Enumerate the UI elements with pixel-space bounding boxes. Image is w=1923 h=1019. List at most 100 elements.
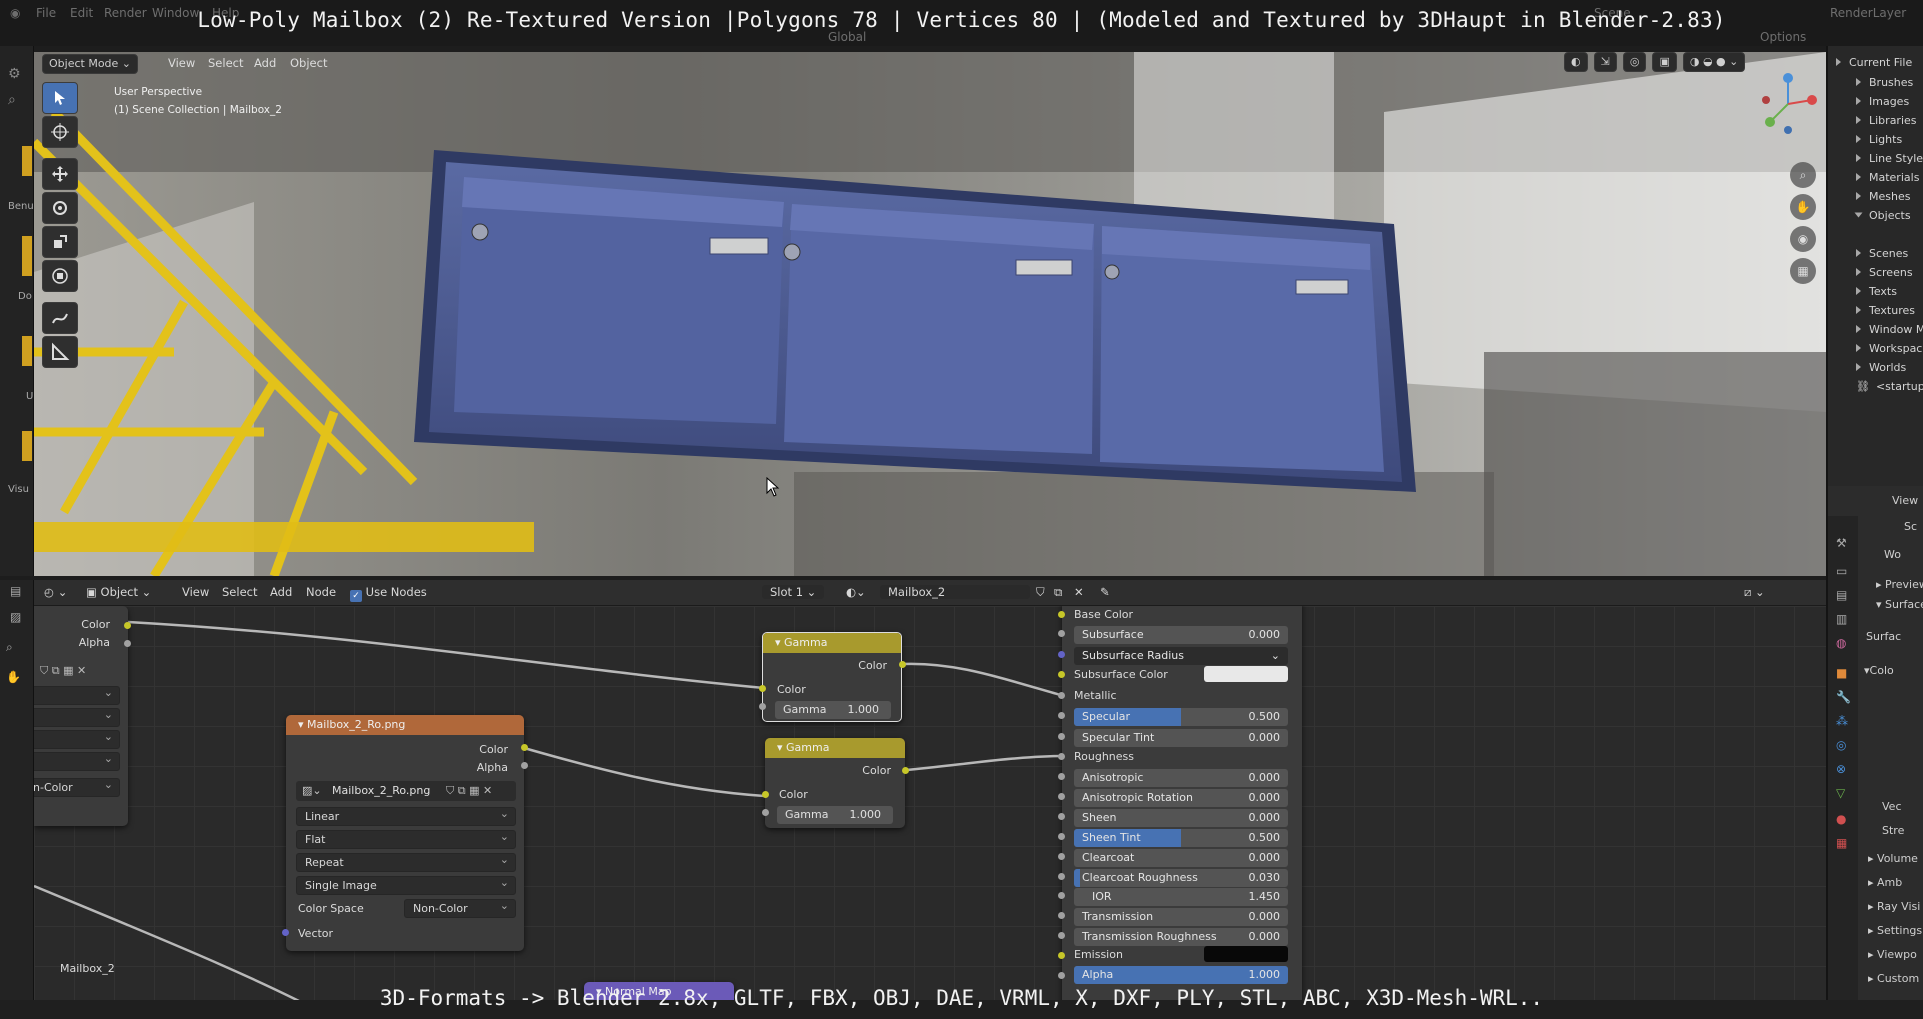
slot-selector[interactable]: Slot 1 ⌄: [762, 585, 825, 599]
gamma-2-output-socket[interactable]: [902, 767, 909, 774]
tool-icon[interactable]: ⚙: [8, 66, 21, 82]
outliner-item-screens[interactable]: Screens: [1856, 266, 1913, 279]
bsdf-anisotropic-socket[interactable]: [1058, 773, 1065, 780]
material-name-field[interactable]: Mailbox_2: [880, 585, 1030, 599]
bsdf-transmission-roughness-socket[interactable]: [1058, 932, 1065, 939]
camera-icon[interactable]: ◉: [1790, 226, 1816, 252]
bsdf-sheen-tint-socket[interactable]: [1058, 833, 1065, 840]
image-vector-socket[interactable]: [282, 929, 289, 936]
gamma-2-value-socket[interactable]: [762, 809, 769, 816]
viewport-menu-select[interactable]: Select: [208, 56, 243, 70]
left-node-dropdown-3[interactable]: [34, 728, 120, 749]
node-editor-type-icon[interactable]: ◴ ⌄: [44, 585, 67, 599]
bsdf-ior-socket[interactable]: [1058, 892, 1065, 899]
node-menu-select[interactable]: Select: [222, 585, 257, 599]
bsdf-subsurface-color-socket[interactable]: [1058, 671, 1065, 678]
snap-icon[interactable]: ⧄ ⌄: [1744, 585, 1765, 600]
image-alpha-socket[interactable]: [521, 762, 528, 769]
outliner-item-startup[interactable]: ⛓ <startup: [1856, 380, 1923, 393]
particles-tab-icon[interactable]: ⁂: [1836, 714, 1848, 728]
settings-panel[interactable]: ▸ Settings: [1868, 924, 1922, 937]
modifier-tab-icon[interactable]: 🔧: [1836, 690, 1851, 704]
bsdf-anisotropic-rotation-field[interactable]: Anisotropic Rotation 0.000: [1074, 789, 1288, 807]
bsdf-emission-color-swatch[interactable]: [1204, 946, 1288, 962]
output-tab-icon[interactable]: ▤: [1836, 588, 1847, 602]
material-browse-icon[interactable]: ◐⌄: [846, 585, 866, 599]
use-nodes-checkbox[interactable]: ✓ Use Nodes: [350, 585, 427, 602]
gamma-node-2[interactable]: ▾ Gamma Color Color Gamma 1.000: [765, 738, 905, 828]
projection-dropdown[interactable]: Flat: [296, 828, 516, 849]
bsdf-base-color-socket[interactable]: [1058, 611, 1065, 618]
node-menu-add[interactable]: Add: [270, 585, 292, 599]
editor-type-icon[interactable]: ▤: [10, 584, 21, 598]
bsdf-specular-tint-socket[interactable]: [1058, 733, 1065, 740]
annotate-tool-icon[interactable]: [42, 302, 78, 334]
unlink-material-icon[interactable]: ✕: [1074, 585, 1084, 599]
bsdf-alpha-socket[interactable]: [1058, 972, 1065, 979]
data-tab-icon[interactable]: ▽: [1836, 786, 1845, 800]
shader-type-selector[interactable]: ▣ Object ⌄: [86, 585, 151, 599]
outliner-item-brushes[interactable]: Brushes: [1856, 76, 1913, 89]
transform-orientation[interactable]: Global: [828, 30, 866, 44]
interpolation-dropdown[interactable]: Linear: [296, 805, 516, 826]
bsdf-clearcoat-roughness-socket[interactable]: [1058, 873, 1065, 880]
outliner-item-workspaces[interactable]: Workspac: [1856, 342, 1922, 355]
bsdf-subsurface-socket[interactable]: [1058, 630, 1065, 637]
zoom-icon[interactable]: ⌕: [6, 640, 13, 655]
select-tool-icon[interactable]: [42, 82, 78, 114]
volume-panel[interactable]: ▸ Volume: [1868, 852, 1918, 865]
move-tool-icon[interactable]: [42, 158, 78, 190]
constraints-tab-icon[interactable]: ⊗: [1836, 762, 1846, 776]
left-node-dropdown-2[interactable]: [34, 706, 120, 727]
pan-hand-icon[interactable]: ✋: [1790, 194, 1816, 220]
ambient-occlusion-panel[interactable]: ▸ Amb: [1868, 876, 1902, 889]
scene-context-label[interactable]: Sc: [1904, 520, 1917, 533]
cursor-tool-icon[interactable]: [42, 116, 78, 148]
bsdf-sheen-tint-slider[interactable]: Sheen Tint 0.500: [1074, 829, 1288, 847]
duplicate-material-icon[interactable]: ⧉: [1054, 585, 1062, 600]
gizmo-toggle-icon[interactable]: ⇲: [1593, 52, 1617, 72]
environment-texture-node[interactable]: Color Alpha ⛉ ⧉ ▦ ✕ n-Color: [34, 606, 128, 826]
grid-icon[interactable]: ▦: [1790, 258, 1816, 284]
bsdf-subsurface-field[interactable]: Subsurface 0.000: [1074, 626, 1288, 644]
outliner-item-libraries[interactable]: Libraries: [1856, 114, 1917, 127]
color-space-dropdown[interactable]: Non-Color: [404, 897, 516, 918]
gamma-node-1-header[interactable]: ▾ Gamma: [763, 633, 901, 653]
viewport-menu-add[interactable]: Add: [254, 56, 276, 70]
bsdf-clearcoat-field[interactable]: Clearcoat 0.000: [1074, 849, 1288, 867]
node-menu-node[interactable]: Node: [306, 585, 336, 599]
world-context-label[interactable]: Wo: [1884, 548, 1901, 561]
image-name-field[interactable]: Mailbox_2_Ro.png: [332, 784, 430, 797]
bsdf-subsurface-color-swatch[interactable]: [1204, 666, 1288, 682]
outliner-header[interactable]: Current File: [1836, 56, 1912, 69]
material-tab-icon[interactable]: ●: [1836, 812, 1846, 826]
image-selector[interactable]: ▨⌄ Mailbox_2_Ro.png ⛉ ⧉ ▦ ✕: [296, 781, 516, 801]
image-color-socket[interactable]: [521, 744, 528, 751]
bsdf-transmission-socket[interactable]: [1058, 912, 1065, 919]
image-browse-icon[interactable]: ▨⌄: [302, 784, 322, 797]
gamma-node-2-header[interactable]: ▾ Gamma: [765, 738, 905, 758]
principled-bsdf-node[interactable]: Base Color Subsurface 0.000 Subsurface Ra…: [1062, 606, 1302, 1019]
options-dropdown[interactable]: Options: [1760, 30, 1806, 44]
properties-view-menu[interactable]: View: [1892, 494, 1918, 507]
bsdf-alpha-slider[interactable]: Alpha 1.000: [1074, 966, 1288, 984]
rotate-tool-icon[interactable]: [42, 192, 78, 224]
bsdf-clearcoat-roughness-slider[interactable]: Clearcoat Roughness 0.030: [1074, 869, 1288, 887]
render-tab-icon[interactable]: ▭: [1836, 564, 1847, 578]
left-node-color-space[interactable]: n-Color: [34, 776, 120, 797]
pan-hand-icon[interactable]: ✋: [6, 670, 21, 684]
outliner-item-objects[interactable]: Objects: [1854, 209, 1911, 222]
viewport-menu-object[interactable]: Object: [290, 56, 327, 70]
bsdf-metallic-socket[interactable]: [1058, 692, 1065, 699]
outliner-item-meshes[interactable]: Meshes: [1856, 190, 1910, 203]
mode-selector[interactable]: Object Mode ⌄: [42, 54, 139, 74]
ray-visibility-panel[interactable]: ▸ Ray Visi: [1868, 900, 1920, 913]
image-datablock-icons[interactable]: ⛉ ⧉ ▦ ✕: [446, 784, 492, 798]
bsdf-anisotropic-rotation-socket[interactable]: [1058, 793, 1065, 800]
image-node-header[interactable]: ▾ Mailbox_2_Ro.png: [286, 715, 524, 735]
bsdf-transmission-roughness-field[interactable]: Transmission Roughness 0.000: [1074, 928, 1288, 946]
outliner-item-texts[interactable]: Texts: [1856, 285, 1897, 298]
texture-tab-icon[interactable]: ▦: [1836, 836, 1847, 850]
image-texture-node[interactable]: ▾ Mailbox_2_Ro.png Color Alpha ▨⌄ Mailbo…: [286, 715, 524, 951]
color-field-label[interactable]: ▾Colo: [1864, 664, 1894, 677]
